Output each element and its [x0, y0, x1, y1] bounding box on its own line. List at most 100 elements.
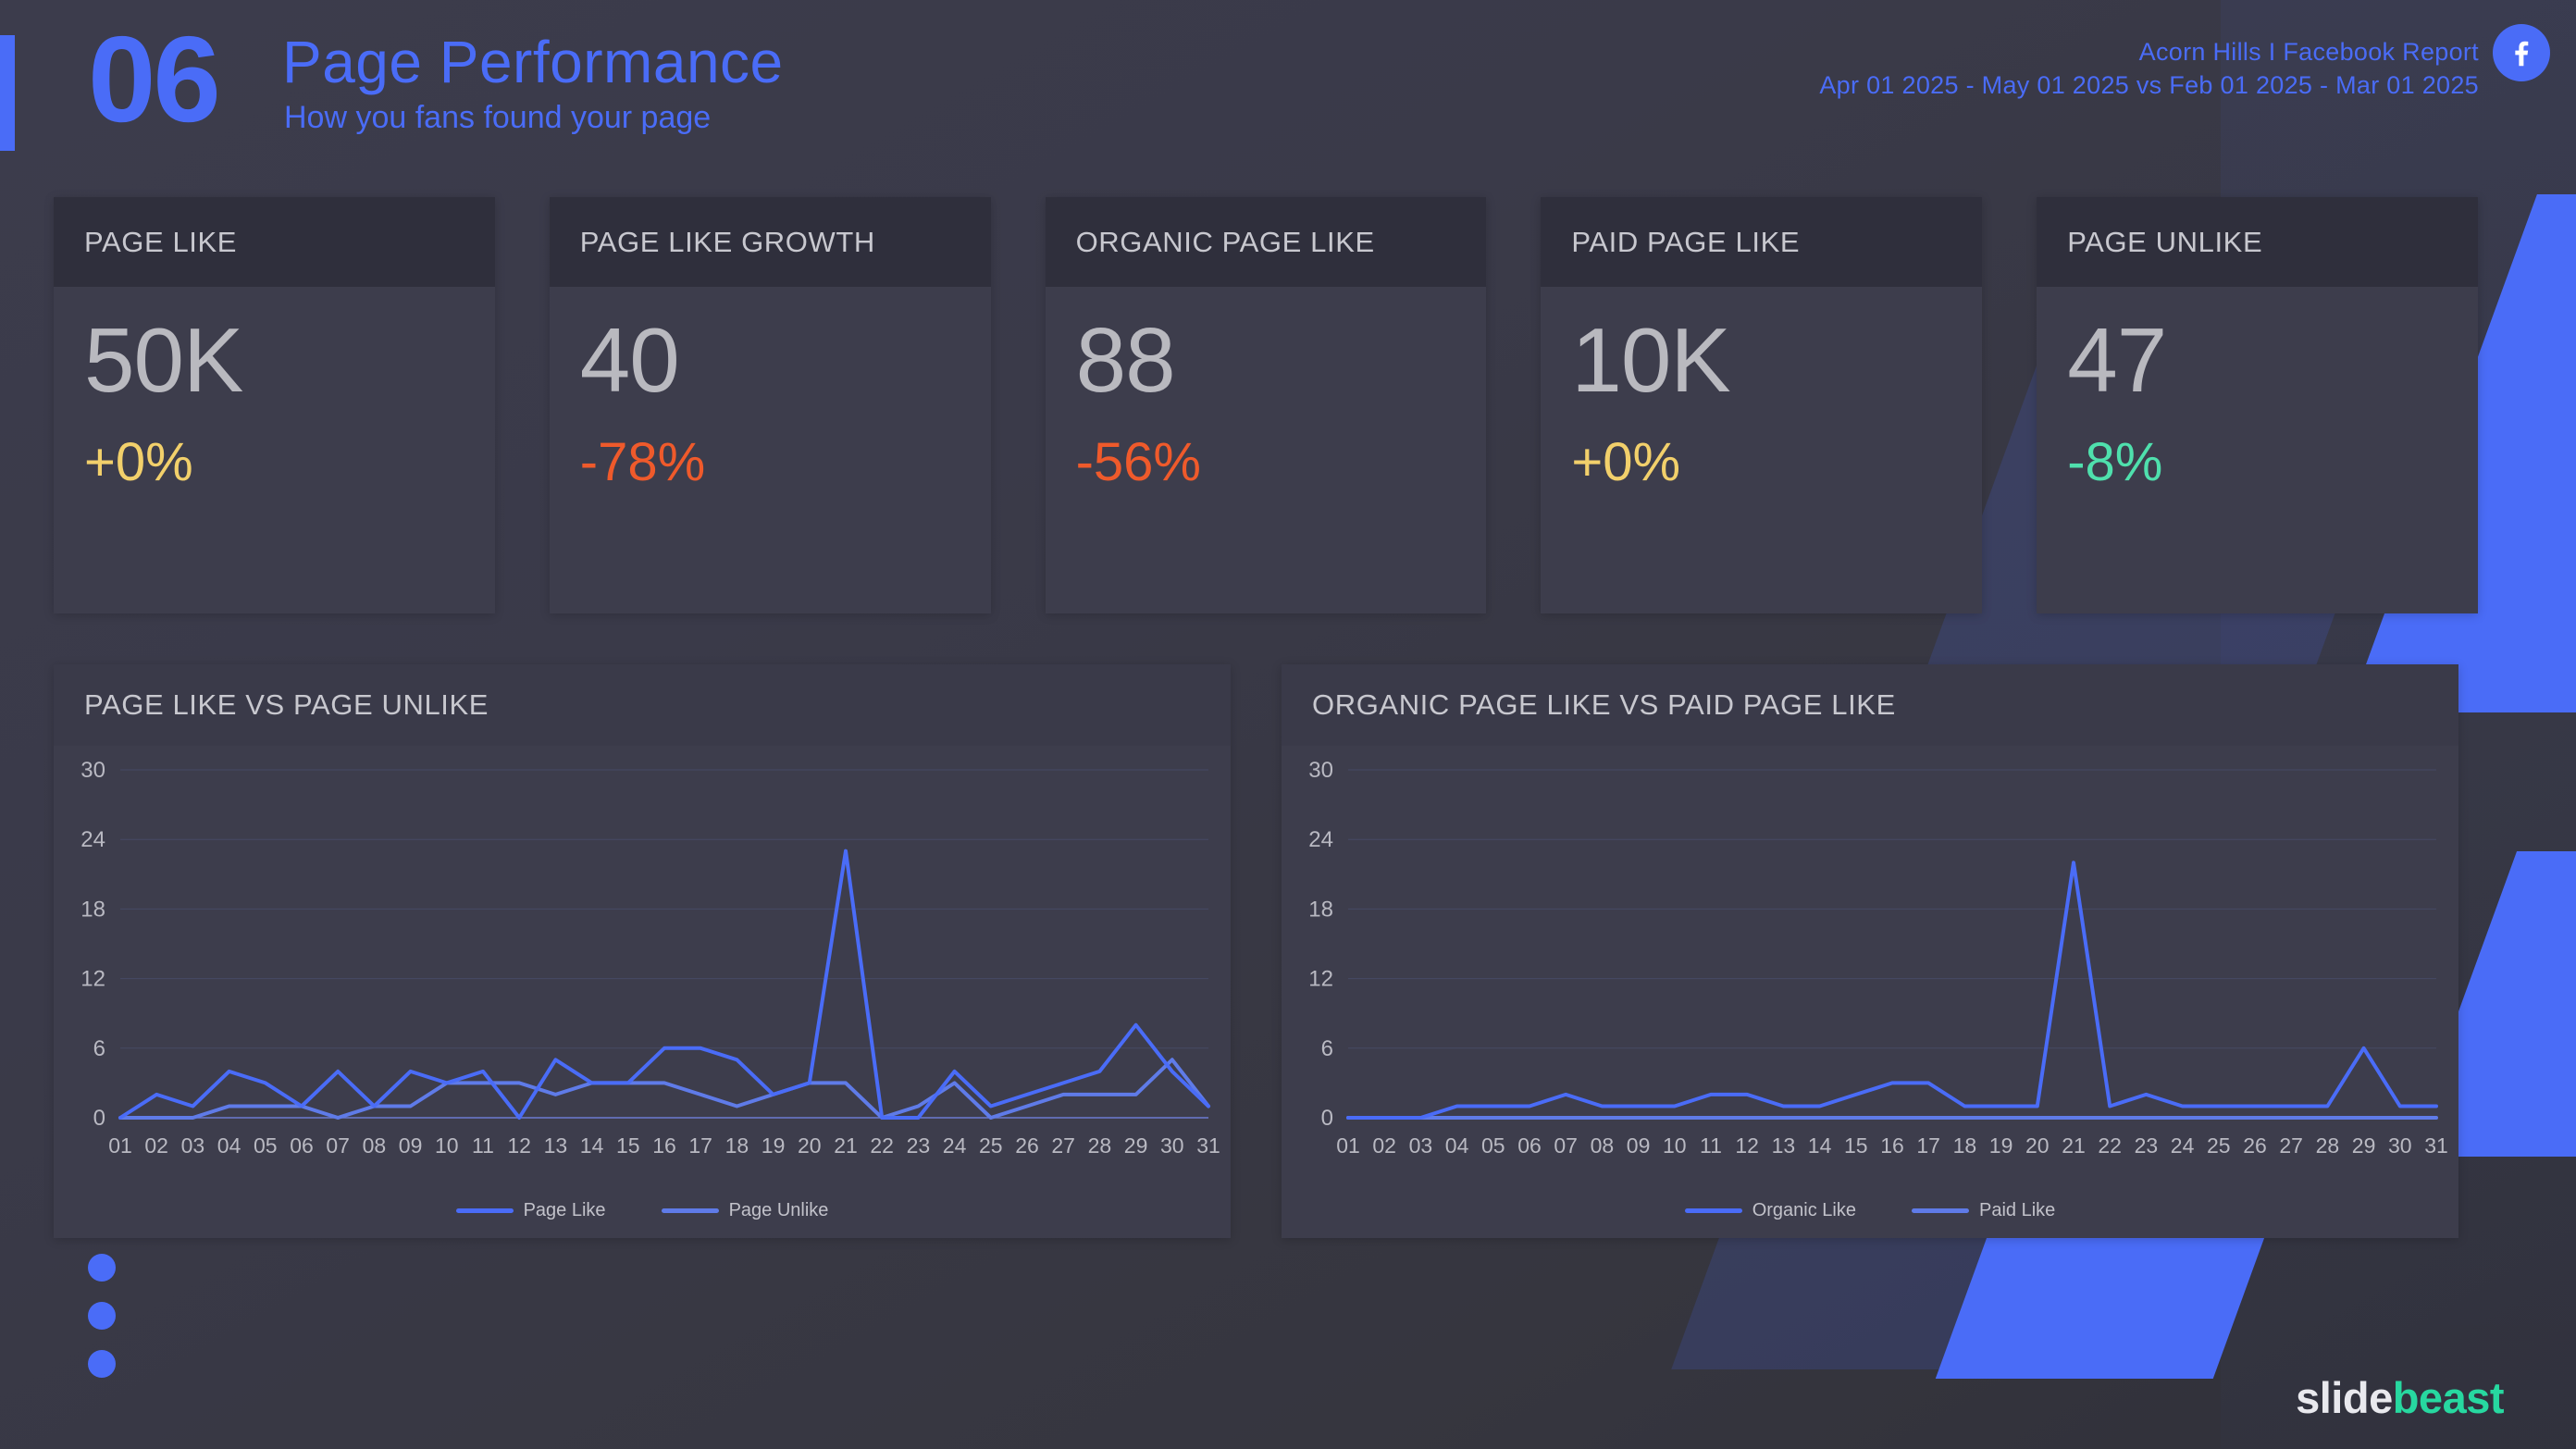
x-axis-tick-label: 22: [870, 1133, 894, 1158]
kpi-body: 10K +0%: [1541, 287, 1983, 613]
x-axis-tick-label: 29: [1124, 1133, 1148, 1158]
y-axis-tick-label: 24: [1308, 827, 1333, 852]
y-axis-tick-label: 24: [80, 827, 105, 852]
x-axis-tick-label: 12: [507, 1133, 531, 1158]
x-axis-tick-label: 29: [2352, 1133, 2376, 1158]
x-axis-tick-label: 09: [399, 1133, 423, 1158]
chart-legend: Organic Like Paid Like: [1282, 1200, 2458, 1221]
date-range: Apr 01 2025 - May 01 2025 vs Feb 01 2025…: [1819, 71, 2479, 100]
y-axis-tick-label: 0: [1321, 1106, 1333, 1131]
x-axis-tick-label: 14: [1808, 1133, 1832, 1158]
x-axis-tick-label: 30: [2388, 1133, 2412, 1158]
legend-label: Page Like: [523, 1200, 606, 1220]
page-title: Page Performance: [282, 29, 784, 95]
x-axis-tick-label: 31: [2424, 1133, 2448, 1158]
legend-item[interactable]: Paid Like: [1912, 1200, 2055, 1221]
pagination-dot[interactable]: [88, 1302, 116, 1330]
chart-body: 0 6 12 18 24 30 01 02 03 04 05 06 07 08 09 10 11 12 13 14 15…: [54, 746, 1231, 1238]
kpi-card-page-unlike: PAGE UNLIKE 47 -8%: [2037, 197, 2478, 613]
kpi-delta: +0%: [1571, 432, 1681, 492]
kpi-label: PAID PAGE LIKE: [1571, 225, 1801, 258]
account-name: Acorn Hills I Facebook Report: [2138, 38, 2479, 66]
kpi-delta: -78%: [579, 432, 706, 492]
x-axis-tick-label: 05: [254, 1133, 278, 1158]
line-chart-canvas: 061218243001 02 03 04 05 06 07 08 09 10 11 12 13 14 15…: [80, 758, 1220, 1158]
y-axis-tick-label: 18: [1308, 897, 1333, 922]
kpi-label: ORGANIC PAGE LIKE: [1075, 225, 1375, 258]
x-axis-tick-label: 25: [979, 1133, 1003, 1158]
kpi-header: PAGE LIKE: [54, 197, 495, 287]
legend-swatch: [1912, 1208, 1969, 1213]
x-axis-tick-label: 10: [1663, 1133, 1687, 1158]
chart-panel-organic-vs-paid: ORGANIC PAGE LIKE VS PAID PAGE LIKE 0 6 12…: [1282, 664, 2458, 1238]
x-axis-tick-label: 19: [1989, 1133, 2013, 1158]
chart-header: ORGANIC PAGE LIKE VS PAID PAGE LIKE: [1282, 664, 2458, 746]
x-axis-tick-label: 06: [1517, 1133, 1542, 1158]
line-chart-canvas: 061218243001 02 03 04 05 06 07 08 09 10 11 12 13 14 15…: [1308, 758, 2448, 1158]
x-axis-tick-label: 01: [108, 1133, 132, 1158]
x-axis-tick-label: 11: [1700, 1133, 1722, 1158]
x-axis-tick-label: 03: [181, 1133, 205, 1158]
kpi-header: ORGANIC PAGE LIKE: [1045, 197, 1487, 287]
legend-item[interactable]: Organic Like: [1684, 1200, 1856, 1221]
x-axis-tick-label: 13: [544, 1133, 568, 1158]
kpi-value: 88: [1075, 309, 1176, 411]
chart-series-line: [1346, 861, 2438, 1120]
x-axis-tick-label: 30: [1160, 1133, 1184, 1158]
x-axis-tick-label: 12: [1735, 1133, 1759, 1158]
kpi-card-page-like-growth: PAGE LIKE GROWTH 40 -78%: [549, 197, 991, 613]
pagination-dot[interactable]: [88, 1350, 116, 1378]
x-axis-tick-label: 09: [1627, 1133, 1651, 1158]
x-axis-tick-label: 02: [144, 1133, 168, 1158]
kpi-body: 40 -78%: [549, 287, 991, 613]
y-axis-tick-label: 12: [80, 967, 105, 992]
kpi-header: PAGE UNLIKE: [2037, 197, 2478, 287]
kpi-card-row: PAGE LIKE 50K +0% PAGE LIKE GROWTH 40 -7…: [54, 197, 2478, 613]
x-axis-tick-label: 17: [688, 1133, 712, 1158]
y-axis-tick-label: 12: [1308, 967, 1333, 992]
x-axis-tick-label: 23: [2135, 1133, 2159, 1158]
kpi-delta: -56%: [1075, 432, 1201, 492]
logo-text-accent: beast: [2392, 1373, 2505, 1422]
legend-item[interactable]: Page Like: [455, 1200, 606, 1221]
facebook-icon: [2493, 24, 2550, 81]
x-axis-tick-label: 25: [2207, 1133, 2231, 1158]
y-axis-tick-label: 30: [1308, 758, 1333, 783]
x-axis-tick-label: 24: [943, 1133, 967, 1158]
kpi-body: 88 -56%: [1045, 287, 1487, 613]
x-axis-tick-label: 21: [2062, 1133, 2086, 1158]
legend-item[interactable]: Page Unlike: [661, 1200, 828, 1221]
slide-number: 06: [88, 11, 221, 147]
x-axis-tick-label: 20: [2025, 1133, 2050, 1158]
x-axis-tick-label: 10: [435, 1133, 459, 1158]
dashboard-slide: 06 Page Performance How you fans found y…: [0, 0, 2576, 1449]
x-axis-tick-label: 13: [1772, 1133, 1796, 1158]
x-axis-tick-label: 04: [217, 1133, 242, 1158]
slidebeast-logo: slidebeast: [2296, 1372, 2504, 1423]
x-axis-tick-label: 02: [1372, 1133, 1396, 1158]
chart-body: 0 6 12 18 24 30 01 02 03 04 05 06 07 08 09 10 11 12 13 14 15…: [1282, 746, 2458, 1238]
x-axis-tick-label: 28: [2316, 1133, 2340, 1158]
pagination-dot[interactable]: [88, 1254, 116, 1282]
kpi-card-paid-page-like: PAID PAGE LIKE 10K +0%: [1541, 197, 1983, 613]
logo-text-primary: slide: [2296, 1373, 2393, 1422]
x-axis-tick-label: 19: [762, 1133, 786, 1158]
x-axis-tick-label: 18: [1953, 1133, 1977, 1158]
x-axis-tick-label: 03: [1409, 1133, 1433, 1158]
kpi-delta: -8%: [2067, 432, 2163, 492]
x-axis-tick-label: 07: [1554, 1133, 1578, 1158]
y-axis-tick-label: 0: [93, 1106, 105, 1131]
y-axis-tick-label: 6: [93, 1036, 105, 1061]
x-axis-tick-label: 18: [725, 1133, 749, 1158]
legend-swatch: [455, 1208, 514, 1213]
chart-legend: Page Like Page Unlike: [54, 1200, 1231, 1221]
page-subtitle: How you fans found your page: [284, 100, 712, 135]
pagination-dots[interactable]: [88, 1254, 116, 1398]
x-axis-tick-label: 24: [2171, 1133, 2195, 1158]
kpi-label: PAGE LIKE: [84, 225, 238, 258]
legend-swatch: [1684, 1208, 1742, 1213]
x-axis-tick-label: 06: [290, 1133, 314, 1158]
kpi-value: 10K: [1571, 309, 1730, 411]
x-axis-tick-label: 27: [1051, 1133, 1075, 1158]
x-axis-tick-label: 01: [1336, 1133, 1360, 1158]
